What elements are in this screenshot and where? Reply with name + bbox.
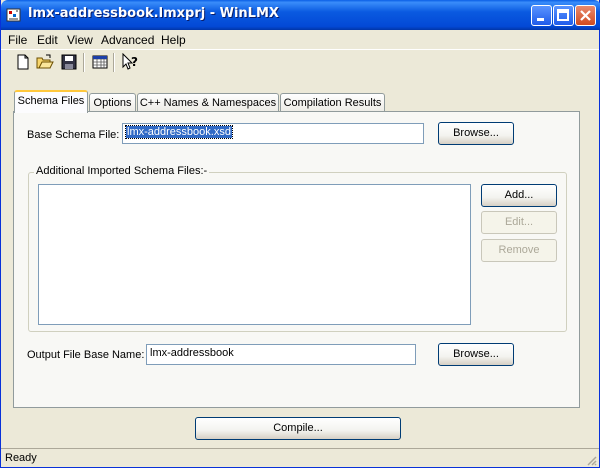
output-base-name-input[interactable]: lmx-addressbook — [146, 344, 416, 365]
output-base-name-value: lmx-addressbook — [150, 347, 234, 359]
output-base-name-label: Output File Base Name: — [27, 349, 145, 361]
close-icon — [580, 10, 591, 21]
add-schema-button[interactable]: Add... — [481, 184, 557, 207]
tab-compilation-results[interactable]: Compilation Results — [280, 93, 385, 112]
app-icon — [6, 8, 21, 22]
toolbar-separator — [83, 53, 85, 72]
maximize-icon — [557, 9, 569, 21]
minimize-button[interactable] — [531, 5, 552, 26]
additional-schemas-label: Additional Imported Schema Files:- — [34, 165, 210, 177]
new-file-icon[interactable] — [14, 53, 32, 71]
title-bar[interactable]: lmx-addressbook.lmxprj - WinLMX — [1, 0, 600, 30]
status-text: Ready — [5, 452, 37, 464]
open-folder-icon[interactable] — [36, 53, 54, 71]
toolbar: ? — [1, 50, 599, 74]
toolbar-separator — [113, 53, 115, 72]
additional-schemas-list[interactable] — [38, 184, 471, 325]
svg-text:?: ? — [131, 55, 138, 69]
tab-cpp-names[interactable]: C++ Names & Namespaces — [137, 93, 279, 112]
compile-grid-icon[interactable] — [91, 53, 109, 71]
minimize-icon — [537, 18, 544, 21]
base-schema-value: lmx-addressbook.xsd — [125, 125, 233, 139]
app-window: lmx-addressbook.lmxprj - WinLMX File Edi… — [0, 0, 600, 468]
tab-options[interactable]: Options — [89, 93, 136, 112]
compile-button[interactable]: Compile... — [195, 417, 401, 440]
tab-schema-files[interactable]: Schema Files — [14, 90, 88, 113]
edit-schema-button[interactable]: Edit... — [481, 211, 557, 234]
menu-help[interactable]: Help — [161, 33, 186, 47]
base-schema-input[interactable]: lmx-addressbook.xsd — [122, 123, 424, 144]
context-help-icon[interactable]: ? — [121, 53, 139, 71]
menu-advanced[interactable]: Advanced — [101, 33, 154, 47]
close-button[interactable] — [575, 5, 596, 26]
window-title: lmx-addressbook.lmxprj - WinLMX — [28, 6, 279, 21]
browse-output-button[interactable]: Browse... — [438, 343, 514, 366]
resize-grip-icon[interactable] — [585, 454, 597, 466]
menu-bar: File Edit View Advanced Help — [1, 30, 599, 50]
menu-edit[interactable]: Edit — [37, 33, 58, 47]
menu-file[interactable]: File — [8, 33, 27, 47]
save-icon[interactable] — [60, 53, 78, 71]
remove-schema-button[interactable]: Remove — [481, 239, 557, 262]
maximize-button[interactable] — [553, 5, 574, 26]
menu-view[interactable]: View — [67, 33, 93, 47]
status-bar: Ready — [1, 448, 599, 468]
browse-base-schema-button[interactable]: Browse... — [438, 122, 514, 145]
base-schema-label: Base Schema File: — [27, 129, 120, 141]
